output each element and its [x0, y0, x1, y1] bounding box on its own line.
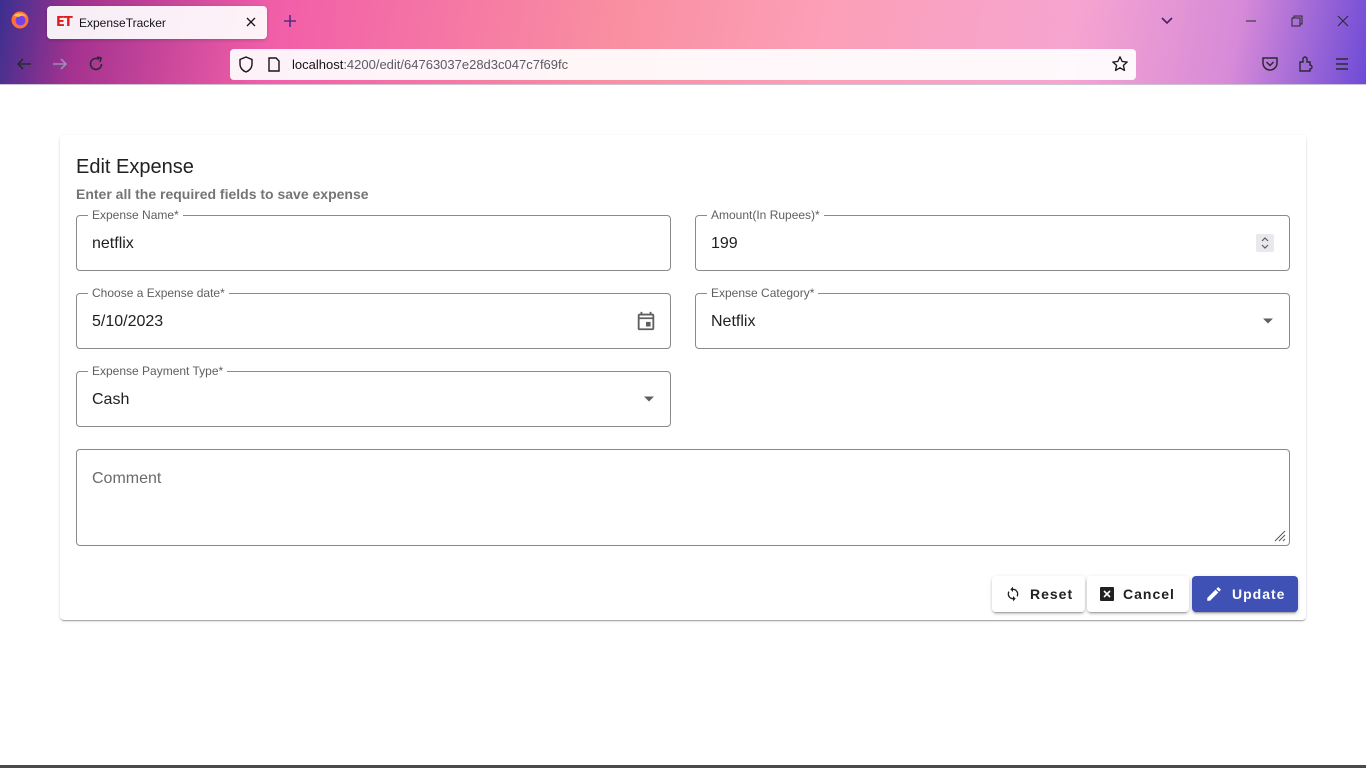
payment-type-value: Cash — [92, 391, 130, 408]
firefox-icon[interactable] — [10, 10, 30, 30]
page-subtitle: Enter all the required fields to save ex… — [76, 186, 369, 202]
back-icon[interactable] — [15, 55, 33, 73]
url-text[interactable]: localhost:4200/edit/64763037e28d3c047c7f… — [292, 57, 568, 72]
tab-strip: ET ExpenseTracker — [0, 0, 1366, 44]
cancel-button[interactable]: Cancel — [1087, 576, 1189, 612]
amount-label: Amount(In Rupees)* — [707, 208, 824, 222]
cancel-box-icon — [1100, 587, 1114, 601]
dropdown-arrow-icon — [1263, 318, 1273, 324]
tab-title: ExpenseTracker — [79, 15, 166, 30]
page-icon[interactable] — [267, 57, 281, 72]
refresh-icon — [1007, 586, 1019, 602]
close-icon[interactable] — [243, 14, 259, 30]
expense-category-select[interactable]: Expense Category* Netflix — [695, 286, 1290, 349]
url-path: :4200/edit/64763037e28d3c047c7f69fc — [343, 57, 569, 72]
page-title: Edit Expense — [76, 156, 194, 178]
expense-date-input[interactable]: 5/10/2023 — [92, 313, 163, 331]
app-favicon: ET — [56, 15, 73, 30]
restore-icon[interactable] — [1290, 14, 1304, 28]
expense-date-label: Choose a Expense date* — [88, 286, 229, 300]
address-bar[interactable]: localhost:4200/edit/64763037e28d3c047c7f… — [230, 49, 1136, 80]
comment-placeholder: Comment — [92, 470, 162, 487]
cancel-label: Cancel — [1123, 586, 1175, 602]
pocket-icon[interactable] — [1261, 55, 1279, 73]
resize-handle-icon[interactable] — [1272, 528, 1286, 542]
amount-input[interactable]: 199 — [711, 235, 738, 253]
amount-field[interactable]: Amount(In Rupees)* 199 — [695, 208, 1290, 271]
dropdown-arrow-icon — [644, 396, 654, 402]
forward-icon[interactable] — [51, 55, 69, 73]
shield-icon[interactable] — [238, 56, 254, 73]
reset-label: Reset — [1030, 586, 1074, 602]
spinner-icon[interactable] — [1256, 234, 1274, 252]
comment-textarea[interactable]: Comment — [76, 449, 1290, 546]
payment-type-select[interactable]: Expense Payment Type* Cash — [76, 364, 671, 427]
chrome-divider — [0, 84, 1366, 85]
reload-icon[interactable] — [87, 55, 105, 73]
expense-date-field[interactable]: Choose a Expense date* 5/10/2023 — [76, 286, 671, 349]
update-button[interactable]: Update — [1192, 576, 1298, 612]
expense-name-label: Expense Name* — [88, 208, 183, 222]
plus-icon[interactable] — [281, 12, 299, 30]
minimize-icon[interactable] — [1244, 14, 1258, 28]
expense-category-label: Expense Category* — [707, 286, 819, 300]
url-host: localhost — [292, 57, 344, 72]
reset-button[interactable]: Reset — [992, 576, 1085, 612]
expense-category-value: Netflix — [711, 313, 756, 330]
expense-name-field[interactable]: Expense Name* netflix — [76, 208, 671, 271]
expense-name-input[interactable]: netflix — [92, 235, 134, 253]
extensions-icon[interactable] — [1297, 55, 1315, 73]
payment-type-label: Expense Payment Type* — [88, 364, 228, 378]
calendar-icon[interactable] — [635, 310, 657, 332]
tab-expensetracker[interactable]: ET ExpenseTracker — [47, 6, 267, 39]
edit-expense-card: Edit Expense Enter all the required fiel… — [60, 135, 1306, 620]
browser-chrome: ET ExpenseTracker localhost:4200/edit/64… — [0, 0, 1366, 85]
star-icon[interactable] — [1111, 55, 1129, 73]
close-window-icon[interactable] — [1336, 14, 1350, 28]
update-label: Update — [1232, 586, 1286, 602]
menu-icon[interactable] — [1333, 55, 1351, 73]
chevron-down-icon[interactable] — [1160, 14, 1174, 28]
pencil-icon — [1207, 587, 1221, 601]
